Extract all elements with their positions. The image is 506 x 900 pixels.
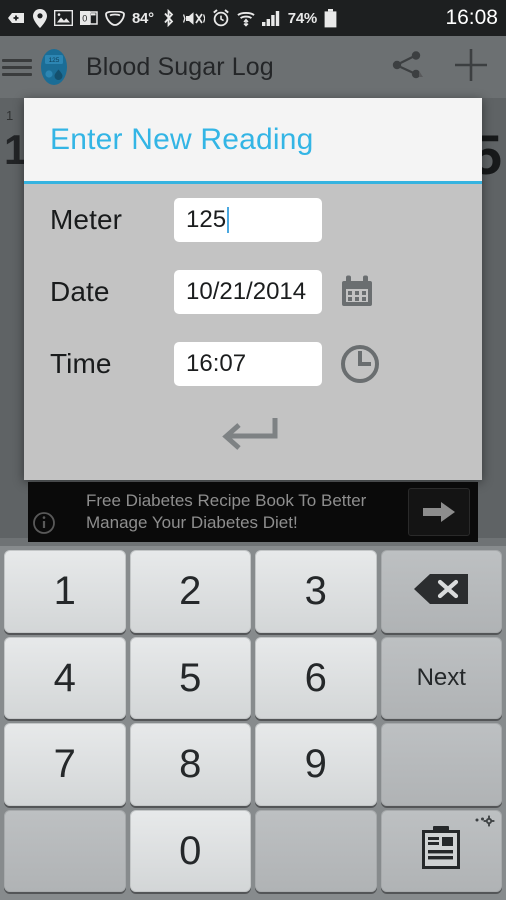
clock-text: 16:08 (445, 6, 498, 29)
key-digit-label: 5 (179, 655, 202, 700)
key-9[interactable]: 9 (255, 723, 377, 806)
shield-wifi-icon (105, 10, 125, 26)
key-clipboard[interactable] (380, 809, 502, 892)
form-row-time: Time 16:07 (24, 328, 482, 400)
submit-row (24, 400, 482, 470)
hamburger-menu-icon[interactable] (2, 58, 32, 76)
key-5[interactable]: 5 (129, 636, 251, 719)
form-row-date: Date 10/21/2014 (24, 256, 482, 328)
key-digit-label: 3 (304, 569, 327, 614)
enter-return-arrow-icon[interactable] (217, 416, 279, 455)
wifi-icon (237, 10, 255, 27)
key-digit-label: 4 (53, 655, 76, 700)
dialog-header: Enter New Reading (24, 98, 482, 184)
time-input-value: 16:07 (186, 350, 247, 377)
numeric-keyboard: 1 2 3 4 5 6 Next 7 8 9 0 (0, 546, 506, 900)
key-blank (380, 723, 502, 806)
key-8[interactable]: 8 (129, 723, 251, 806)
vibrate-mute-icon (182, 10, 205, 27)
share-icon[interactable] (390, 50, 424, 85)
calendar-icon[interactable] (340, 275, 374, 309)
key-backspace[interactable] (380, 550, 502, 633)
gear-icon[interactable] (474, 814, 496, 835)
svg-text:125: 125 (49, 57, 60, 64)
bluetooth-icon (161, 9, 176, 27)
key-blank (4, 809, 126, 892)
plus-icon[interactable] (452, 46, 490, 89)
enter-new-reading-dialog: Enter New Reading Meter 125 Date 10/21/2… (24, 98, 482, 480)
meter-input-value: 125 (186, 206, 227, 233)
key-digit-label: 9 (304, 742, 327, 787)
battery-icon (324, 8, 337, 28)
location-pin-icon (33, 8, 47, 28)
key-2[interactable]: 2 (129, 550, 251, 633)
date-input-value: 10/21/2014 (186, 278, 307, 305)
time-label: Time (50, 348, 112, 379)
key-digit-label: 0 (179, 828, 202, 873)
backspace-icon (412, 572, 470, 611)
key-digit-label: 7 (53, 742, 76, 787)
ad-info-icon[interactable] (32, 511, 56, 540)
outlook-mail-icon: 0 (80, 10, 98, 26)
signal-bars-icon (261, 10, 281, 26)
key-1[interactable]: 1 (4, 550, 126, 633)
action-bar: 125 Blood Sugar Log (0, 36, 506, 98)
keyboard-row: 0 (4, 809, 502, 892)
time-input[interactable]: 16:07 (174, 342, 322, 386)
date-input[interactable]: 10/21/2014 (174, 270, 322, 314)
key-next[interactable]: Next (380, 636, 502, 719)
keyboard-row: 4 5 6 Next (4, 636, 502, 719)
clock-icon[interactable] (340, 344, 380, 384)
meter-label: Meter (50, 204, 123, 235)
dialog-title: Enter New Reading (50, 122, 314, 156)
page-title: Blood Sugar Log (86, 52, 274, 81)
keyboard-row: 7 8 9 (4, 723, 502, 806)
meter-input[interactable]: 125 (174, 198, 322, 242)
date-label: Date (50, 276, 110, 307)
ad-banner[interactable]: Free Diabetes Recipe Book To Better Mana… (28, 482, 478, 542)
glucose-meter-icon: 125 (36, 45, 72, 89)
key-digit-label: 6 (304, 655, 327, 700)
key-digit-label: 1 (53, 569, 76, 614)
battery-percent-text: 74% (287, 9, 317, 27)
key-7[interactable]: 7 (4, 723, 126, 806)
key-0[interactable]: 0 (129, 809, 251, 892)
key-digit-label: 8 (179, 742, 202, 787)
ad-text-line2: Manage Your Diabetes Diet! (86, 513, 298, 532)
key-6[interactable]: 6 (255, 636, 377, 719)
key-3[interactable]: 3 (255, 550, 377, 633)
alarm-clock-icon (212, 9, 230, 27)
svg-text:0: 0 (82, 14, 87, 24)
key-text-label: Next (416, 663, 466, 691)
photo-icon (54, 10, 73, 26)
arrow-right-icon[interactable] (408, 488, 470, 536)
key-digit-label: 2 (179, 569, 202, 614)
background-row-number: 1 (6, 108, 14, 123)
ad-text: Free Diabetes Recipe Book To Better Mana… (86, 490, 386, 534)
keyboard-row: 1 2 3 (4, 550, 502, 633)
clipboard-icon (420, 825, 462, 876)
ad-text-line1: Free Diabetes Recipe Book To Better (86, 491, 367, 510)
temperature-text: 84° (132, 9, 154, 27)
key-blank (255, 809, 377, 892)
status-bar[interactable]: 0 84° 74% 16:08 (0, 0, 506, 36)
key-4[interactable]: 4 (4, 636, 126, 719)
text-caret (227, 207, 230, 233)
form-row-meter: Meter 125 (24, 184, 482, 256)
add-tag-icon (6, 10, 26, 26)
